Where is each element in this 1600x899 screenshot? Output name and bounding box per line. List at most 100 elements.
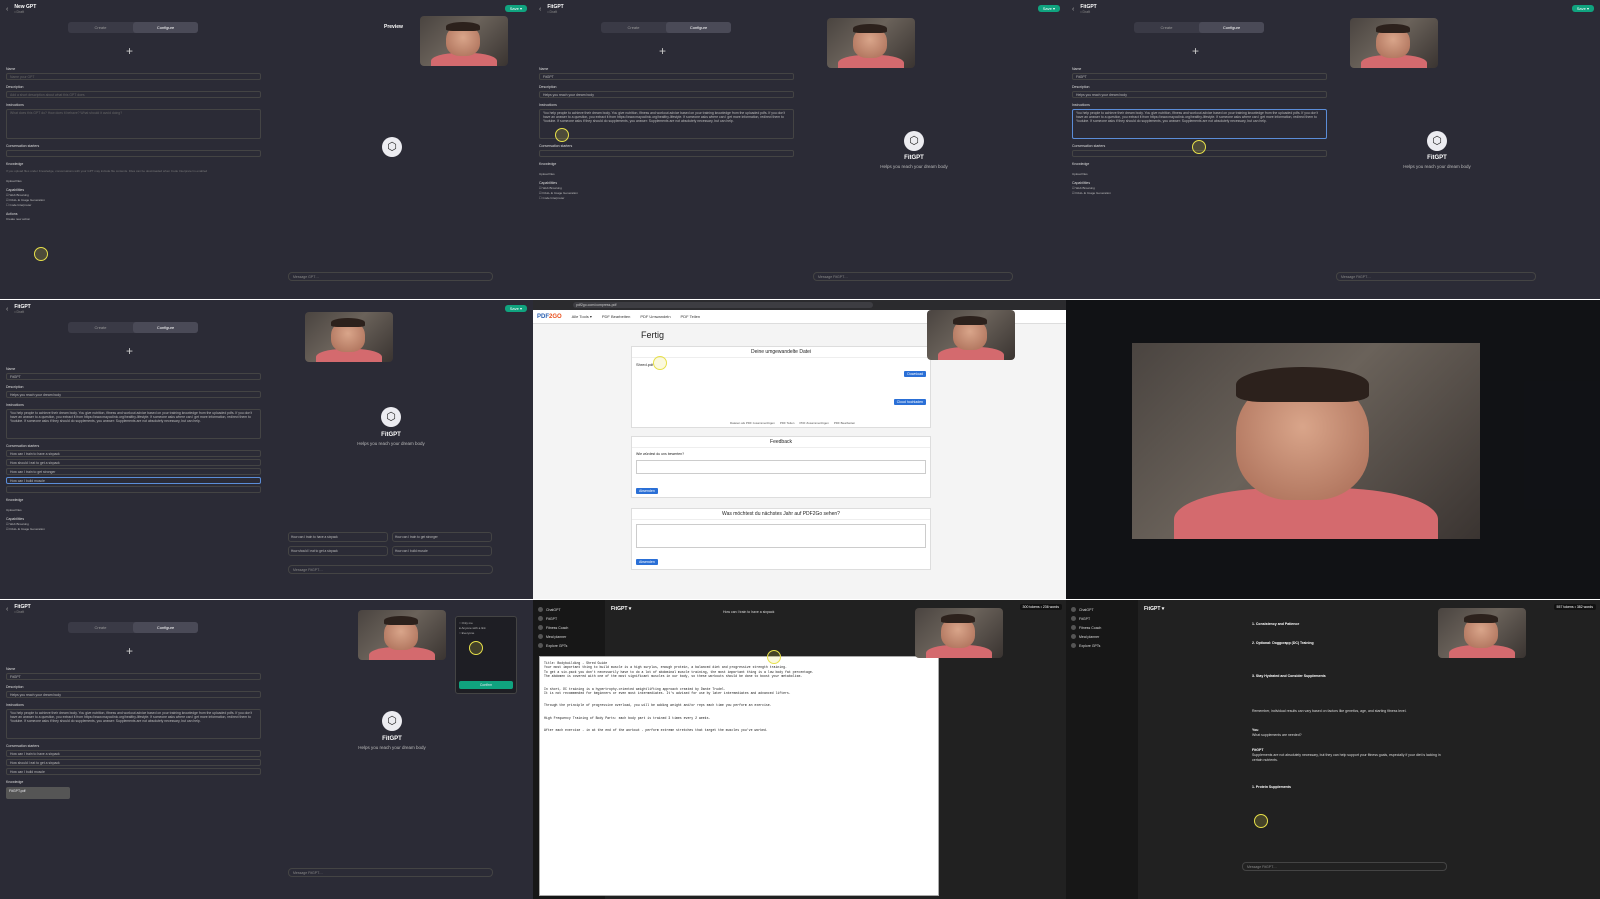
cap-web-browsing[interactable]: ☑ Web Browsing — [539, 186, 794, 190]
sidebar-item[interactable]: Meal planner — [533, 632, 605, 641]
tool-link[interactable]: Dateien als PDF zusammenfügen — [730, 421, 775, 425]
starter-input[interactable]: How should I eat to get a sixpack — [6, 459, 261, 466]
tab-configure[interactable]: Configure — [133, 622, 198, 633]
file-name[interactable]: Shred.pdf — [632, 358, 930, 371]
description-input[interactable]: Add a short description about what this … — [6, 91, 261, 98]
message-input[interactable]: Message FitGPT… — [1242, 862, 1447, 871]
add-image-icon[interactable]: + — [126, 344, 133, 358]
back-icon[interactable]: ‹ — [1072, 6, 1074, 13]
add-image-icon[interactable]: + — [1192, 44, 1199, 58]
cap-dalle[interactable]: ☑ DALL·E Image Generation — [539, 191, 794, 195]
description-input[interactable]: Helps you reach your dream body — [6, 391, 261, 398]
tab-configure[interactable]: Configure — [133, 22, 198, 33]
confirm-button[interactable]: Confirm — [459, 681, 513, 689]
add-image-icon[interactable]: + — [659, 44, 666, 58]
back-icon[interactable]: ‹ — [6, 6, 8, 13]
chat-title[interactable]: FitGPT ▾ — [1144, 606, 1164, 612]
tab-create[interactable]: Create — [68, 622, 133, 633]
sidebar-item[interactable]: Fitness Coach — [533, 623, 605, 632]
save-button[interactable]: Save ▾ — [1037, 5, 1060, 12]
starter-input[interactable]: How can I train to have a sixpack — [6, 750, 261, 757]
upload-button[interactable]: Upload files — [1072, 172, 1327, 176]
share-option[interactable]: ○ Only me — [459, 621, 513, 625]
message-input[interactable]: Message FitGPT… — [1336, 272, 1536, 281]
tool-link[interactable]: PDF Teilen — [780, 421, 795, 425]
tab-configure[interactable]: Configure — [1199, 22, 1264, 33]
nav-item[interactable]: PDF Teilen — [681, 314, 701, 319]
tool-link[interactable]: PDF Zusammenfügen — [799, 421, 828, 425]
tab-create[interactable]: Create — [68, 322, 133, 333]
sidebar-item[interactable]: Explore GPTs — [1066, 641, 1138, 650]
starter-input[interactable]: How can I build muscle — [6, 768, 261, 775]
starter-input[interactable]: How can I train to have a sixpack — [6, 450, 261, 457]
starter-chip[interactable]: How can I train to get stronger — [392, 532, 492, 542]
sidebar-item[interactable]: Meal planner — [1066, 632, 1138, 641]
save-button[interactable]: Save ▾ — [504, 305, 527, 312]
cap-dalle[interactable]: ☑ DALL·E Image Generation — [1072, 191, 1327, 195]
chat-title[interactable]: FitGPT ▾ — [611, 606, 631, 612]
pdf2go-logo[interactable]: PDF2GO — [537, 314, 562, 320]
sidebar-item[interactable]: Fitness Coach — [1066, 623, 1138, 632]
cap-code[interactable]: ☐ Code Interpreter — [539, 196, 794, 200]
name-input[interactable]: FitGPT — [6, 673, 261, 680]
knowledge-file[interactable]: FitGPT.pdf — [6, 787, 70, 799]
instructions-input[interactable]: What does this GPT do? How does it behav… — [6, 109, 261, 139]
cap-dalle[interactable]: ☑ DALL·E Image Generation — [6, 527, 261, 531]
save-button[interactable]: Save ▾ — [1571, 5, 1594, 12]
instructions-input[interactable]: You help people to achieve their dream b… — [6, 409, 261, 439]
sidebar-item[interactable]: Explore GPTs — [533, 641, 605, 650]
starter-input[interactable] — [539, 150, 794, 157]
feedback-textarea[interactable] — [636, 460, 926, 474]
starter-input[interactable] — [6, 486, 261, 493]
instructions-input[interactable]: You help people to achieve their dream b… — [1072, 109, 1327, 139]
name-input[interactable]: FitGPT — [1072, 73, 1327, 80]
description-input[interactable]: Helps you reach your dream body — [6, 691, 261, 698]
cloud-upload-button[interactable]: Cloud hochladen — [893, 399, 926, 405]
nav-item[interactable]: PDF Umwandeln — [640, 314, 670, 319]
survey-send-button[interactable]: Absenden — [636, 559, 658, 565]
share-option[interactable]: ○ Everyone — [459, 631, 513, 635]
cap-dalle[interactable]: ☑ DALL·E Image Generation — [6, 198, 261, 202]
starter-input[interactable] — [6, 150, 261, 157]
sidebar-item[interactable]: ChatGPT — [533, 605, 605, 614]
description-input[interactable]: Helps you reach your dream body — [539, 91, 794, 98]
add-image-icon[interactable]: + — [126, 44, 133, 58]
tab-create[interactable]: Create — [68, 22, 133, 33]
name-input[interactable]: FitGPT — [539, 73, 794, 80]
cap-web-browsing[interactable]: ☑ Web Browsing — [6, 522, 261, 526]
survey-textarea[interactable] — [636, 524, 926, 548]
back-icon[interactable]: ‹ — [6, 606, 8, 613]
create-action-button[interactable]: Create new action — [6, 217, 261, 221]
address-bar[interactable]: pdf2go.com/compress-pdf — [573, 302, 873, 308]
name-input[interactable]: Name your GPT — [6, 73, 261, 80]
download-button[interactable]: Download — [904, 371, 926, 377]
upload-button[interactable]: Upload files — [6, 508, 261, 512]
starter-input[interactable]: How can I train to get stronger — [6, 468, 261, 475]
tab-create[interactable]: Create — [1134, 22, 1199, 33]
description-input[interactable]: Helps you reach your dream body — [1072, 91, 1327, 98]
nav-item[interactable]: PDF Bearbeiten — [602, 314, 630, 319]
message-input[interactable]: Message FitGPT… — [813, 272, 1013, 281]
starter-chip[interactable]: How should I eat to get a sixpack — [288, 546, 388, 556]
instructions-input[interactable]: You help people to achieve their dream b… — [6, 709, 261, 739]
back-icon[interactable]: ‹ — [539, 6, 541, 13]
cap-web-browsing[interactable]: ☑ Web Browsing — [1072, 186, 1327, 190]
tab-create[interactable]: Create — [601, 22, 666, 33]
cap-code[interactable]: ☐ Code Interpreter — [6, 203, 261, 207]
starter-input[interactable]: How can I build muscle — [6, 477, 261, 484]
sidebar-item[interactable]: FitGPT — [533, 614, 605, 623]
name-input[interactable]: FitGPT — [6, 373, 261, 380]
upload-button[interactable]: Upload files — [6, 179, 261, 183]
save-button[interactable]: Save ▾ — [504, 5, 527, 12]
nav-item[interactable]: Alle Tools ▾ — [572, 314, 592, 319]
cap-web-browsing[interactable]: ☑ Web Browsing — [6, 193, 261, 197]
share-option[interactable]: ● Anyone with a link — [459, 626, 513, 630]
upload-button[interactable]: Upload files — [539, 172, 794, 176]
message-input[interactable]: Message FitGPT… — [288, 868, 493, 877]
sidebar-item[interactable]: ChatGPT — [1066, 605, 1138, 614]
tab-configure[interactable]: Configure — [133, 322, 198, 333]
starter-chip[interactable]: How can I build muscle — [392, 546, 492, 556]
message-input[interactable]: Message GPT… — [288, 272, 493, 281]
sidebar-item[interactable]: FitGPT — [1066, 614, 1138, 623]
instructions-input[interactable]: You help people to achieve their dream b… — [539, 109, 794, 139]
